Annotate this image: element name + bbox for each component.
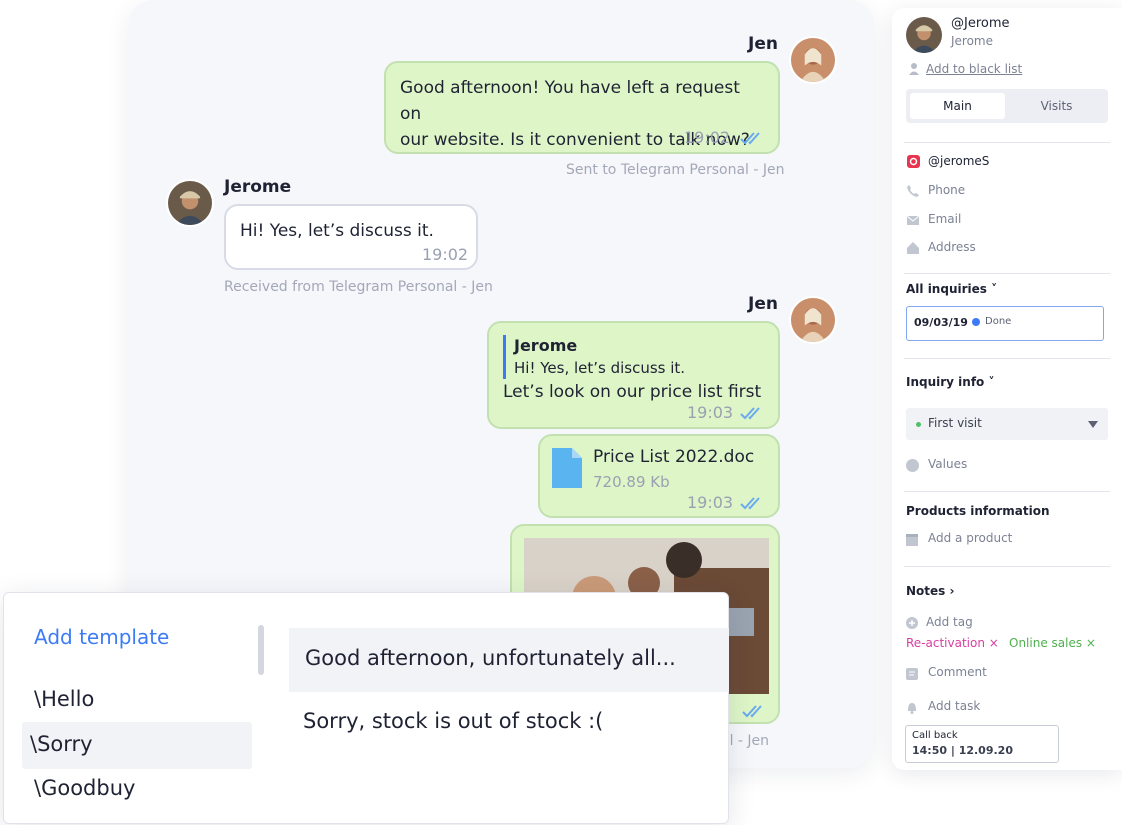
instagram-handle[interactable]: @jeromeS [928,154,989,168]
message-text: Hi! Yes, let’s discuss it. [240,221,434,241]
inquiry-date: 09/03/19 [914,316,968,329]
avatar[interactable] [166,179,214,227]
divider [904,273,1110,274]
task-label: Call back [912,730,958,741]
comment-button[interactable]: Comment [928,665,987,679]
divider [904,142,1110,143]
file-name: Price List 2022.doc [593,447,755,467]
read-ticks-icon [742,705,762,718]
inquiries-title[interactable]: All inquiries ˅ [906,282,997,296]
task-datetime: 14:50 | 12.09.20 [912,744,1013,757]
avatar[interactable] [789,36,837,84]
task-card[interactable]: Call back 14:50 | 12.09.20 [905,725,1059,763]
visit-select-value: First visit [928,416,982,430]
message-text: Let’s look on our price list first [503,382,762,402]
status-dot [972,318,980,326]
add-task-button[interactable]: Add task [928,699,980,713]
visit-select[interactable]: First visit [906,408,1108,440]
message-time: 19:02 [422,245,469,264]
read-ticks-icon [740,407,760,420]
box-icon [906,534,918,546]
message-time: 19:03 [687,493,734,512]
instagram-icon [907,155,920,168]
message-text-line-1: Good afternoon! You have left a request … [400,78,740,124]
inquiry-status: Done [985,316,1012,327]
coin-icon [906,459,919,472]
template-command-sorry[interactable]: \Sorry [30,732,93,756]
message-meta: Received from Telegram Personal - Jen [224,279,493,295]
chevron-down-icon [1088,421,1098,428]
products-title: Products information [906,504,1050,518]
divider [904,358,1110,359]
document-icon [552,448,582,488]
file-size: 720.89 Kb [593,473,670,491]
phone-icon [907,185,919,197]
read-ticks-icon [740,132,760,145]
notes-title[interactable]: Notes › [906,584,954,598]
values-field[interactable]: Values [928,457,967,471]
visit-dot [916,422,921,427]
template-popup: Add template \Hello \Sorry \Goodbuy Good… [3,592,729,824]
quoted-message[interactable]: Jerome Hi! Yes, let’s discuss it. [503,335,764,379]
bell-icon [908,703,916,714]
message-time: 19:02 [684,128,731,147]
message-time: 19:03 [687,403,734,422]
add-to-blacklist-link[interactable]: Add to black list [926,62,1022,76]
avatar[interactable] [789,296,837,344]
template-command-hello[interactable]: \Hello [34,687,94,711]
read-ticks-icon [740,497,760,510]
home-icon [907,242,919,254]
template-command-goodbuy[interactable]: \Goodbuy [34,776,135,800]
add-template-button[interactable]: Add template [34,625,169,649]
email-field[interactable]: Email [928,212,961,226]
divider [904,491,1110,492]
add-tag-button[interactable]: Add tag [926,615,973,629]
tag-reactivation[interactable]: Re-activation × [906,636,999,650]
sender-name: Jerome [224,177,292,197]
email-icon [906,215,920,225]
phone-field[interactable]: Phone [928,183,965,197]
comment-icon [906,668,918,680]
add-product-button[interactable]: Add a product [928,531,1012,545]
contact-handle: @Jerome [951,16,1010,31]
inquiry-info-title[interactable]: Inquiry info ˅ [906,375,994,389]
address-field[interactable]: Address [928,240,976,254]
contact-sidebar: @Jerome Jerome Add to black list Main Vi… [892,8,1122,770]
message-bubble[interactable]: Jerome Hi! Yes, let’s discuss it. Let’s … [487,321,780,429]
divider [904,566,1110,567]
quote-author: Jerome [514,336,578,355]
quote-text: Hi! Yes, let’s discuss it. [514,359,686,377]
contact-name: Jerome [951,34,994,48]
block-user-icon [909,63,919,75]
tag-online-sales[interactable]: Online sales × [1009,636,1096,650]
template-preview-2[interactable]: Sorry, stock is out of stock :( [303,709,603,733]
sender-name: Jen [748,34,778,54]
plus-circle-icon [906,617,918,629]
sender-name: Jen [748,294,778,314]
contact-avatar[interactable] [904,15,944,55]
message-meta: Sent to Telegram Personal - Jen [566,162,785,178]
tab-main[interactable]: Main [910,93,1005,119]
tab-bar: Main Visits [906,89,1108,123]
scrollbar[interactable] [258,625,264,675]
inquiry-card[interactable]: 09/03/19 Done [906,306,1104,341]
tab-visits[interactable]: Visits [1009,93,1104,119]
template-preview-1[interactable]: Good afternoon, unfortunately all... [305,646,676,670]
